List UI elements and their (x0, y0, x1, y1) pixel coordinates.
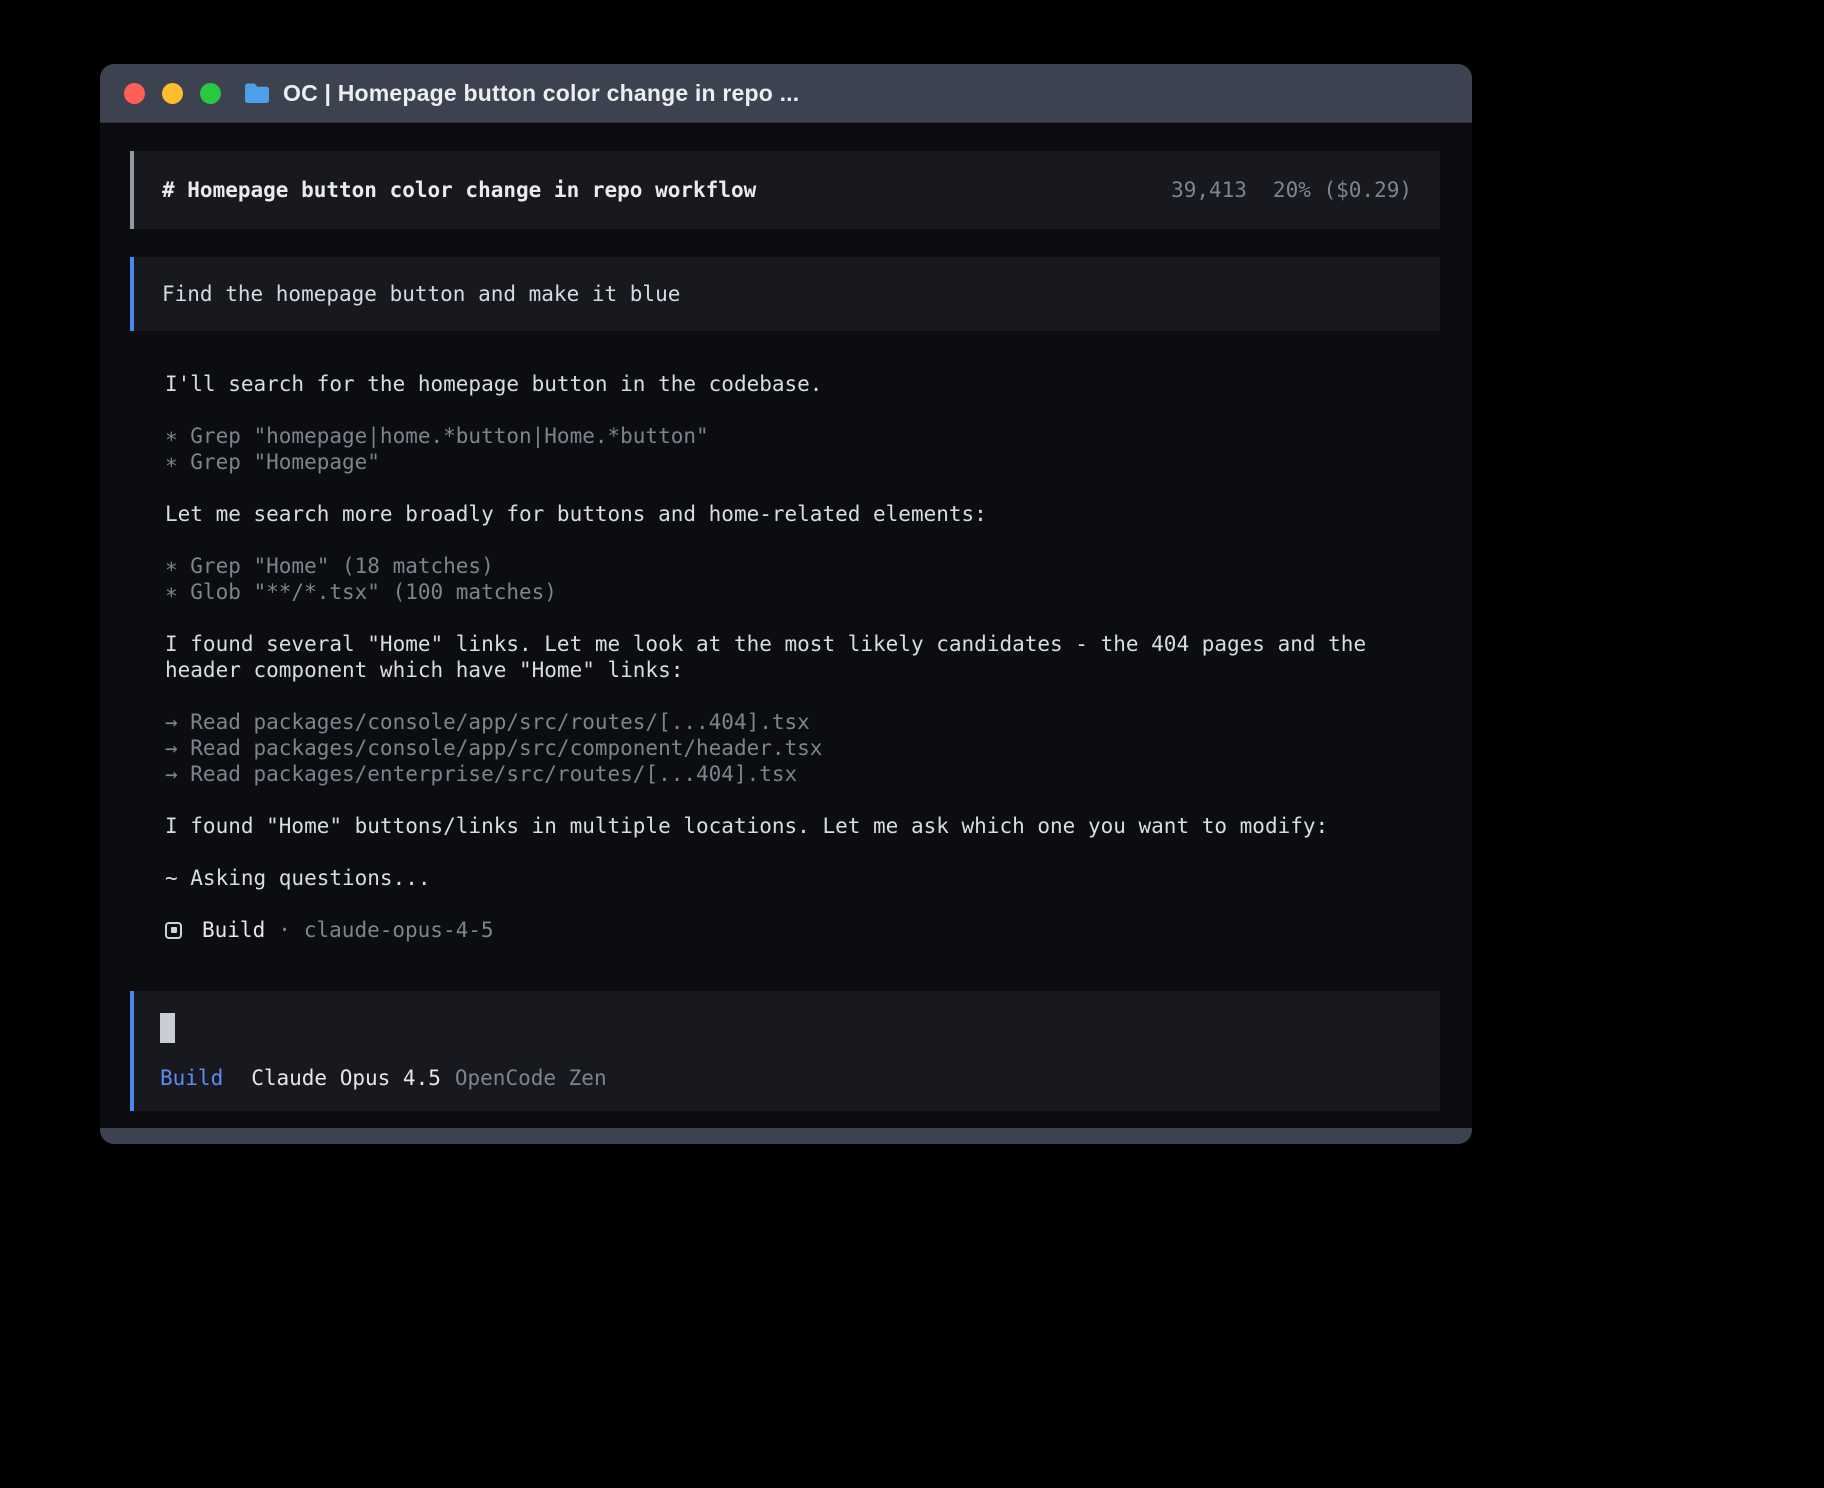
prompt-mode[interactable]: Build (160, 1065, 223, 1091)
transcript-line: → Read packages/enterprise/src/routes/[.… (165, 761, 1440, 787)
transcript-line: ~ Asking questions... (165, 865, 1440, 891)
session-stats: 39,413 20% ($0.29) (1171, 177, 1412, 203)
transcript-line: ∗ Grep "Home" (18 matches) (165, 553, 1440, 579)
transcript-line: I'll search for the homepage button in t… (165, 371, 1440, 397)
close-button[interactable] (124, 83, 145, 104)
user-message: Find the homepage button and make it blu… (130, 257, 1440, 331)
zoom-button[interactable] (200, 83, 221, 104)
transcript-line: ∗ Grep "Homepage" (165, 449, 1440, 475)
prompt-input[interactable]: Build Claude Opus 4.5 OpenCode Zen (130, 991, 1440, 1111)
window-bottom-chrome (100, 1128, 1472, 1144)
transcript-block-text: ~ Asking questions... (165, 865, 1440, 891)
minimize-button[interactable] (162, 83, 183, 104)
window-titlebar[interactable]: OC | Homepage button color change in rep… (100, 64, 1472, 123)
prompt-status-row: Build Claude Opus 4.5 OpenCode Zen (160, 1065, 1414, 1091)
transcript-line: ∗ Grep "homepage|home.*button|Home.*butt… (165, 423, 1440, 449)
desktop: OC | Homepage button color change in rep… (0, 0, 1824, 1488)
agent-icon (165, 922, 182, 939)
session-title: # Homepage button color change in repo w… (162, 177, 756, 203)
traffic-lights (124, 83, 221, 104)
folder-icon (243, 81, 271, 105)
terminal-content: # Homepage button color change in repo w… (100, 123, 1472, 1128)
prompt-model[interactable]: Claude Opus 4.5 (251, 1065, 441, 1091)
window-title: OC | Homepage button color change in rep… (283, 80, 799, 107)
user-message-text: Find the homepage button and make it blu… (162, 282, 680, 306)
prompt-provider: OpenCode Zen (455, 1065, 607, 1091)
transcript-line: I found "Home" buttons/links in multiple… (165, 813, 1440, 839)
transcript-block-text: I found "Home" buttons/links in multiple… (165, 813, 1440, 839)
agent-separator: · (278, 917, 291, 943)
agent-model: claude-opus-4-5 (304, 917, 494, 943)
transcript-block-tool: ∗ Grep "homepage|home.*button|Home.*butt… (165, 423, 1440, 475)
status-footer: · · · · · · · · esc interrupt ctrl+t var… (130, 1111, 1440, 1128)
transcript-line: → Read packages/console/app/src/routes/[… (165, 709, 1440, 735)
agent-name: Build (202, 917, 265, 943)
transcript: I'll search for the homepage button in t… (165, 371, 1440, 917)
transcript-block-text: I found several "Home" links. Let me loo… (165, 631, 1440, 683)
transcript-block-tool: → Read packages/console/app/src/routes/[… (165, 709, 1440, 787)
session-header: # Homepage button color change in repo w… (130, 151, 1440, 229)
transcript-block-tool: ∗ Grep "Home" (18 matches)∗ Glob "**/*.t… (165, 553, 1440, 605)
transcript-block-text: I'll search for the homepage button in t… (165, 371, 1440, 397)
token-count: 39,413 (1171, 177, 1247, 203)
agent-status-row: Build · claude-opus-4-5 (165, 917, 1440, 943)
transcript-line: ∗ Glob "**/*.tsx" (100 matches) (165, 579, 1440, 605)
terminal-window: OC | Homepage button color change in rep… (100, 64, 1472, 1144)
transcript-line: Let me search more broadly for buttons a… (165, 501, 1440, 527)
text-cursor (160, 1013, 175, 1043)
context-cost: 20% ($0.29) (1273, 177, 1412, 203)
transcript-line: I found several "Home" links. Let me loo… (165, 631, 1440, 683)
transcript-line: → Read packages/console/app/src/componen… (165, 735, 1440, 761)
transcript-block-text: Let me search more broadly for buttons a… (165, 501, 1440, 527)
